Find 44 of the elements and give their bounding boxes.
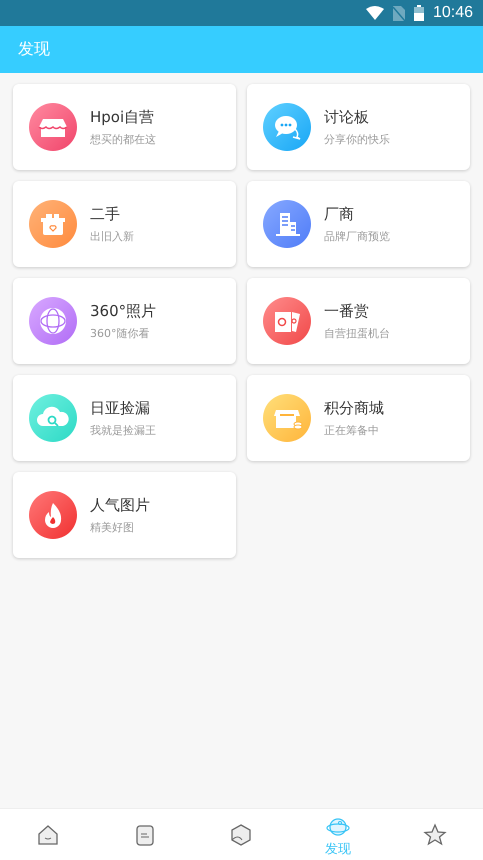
shop-icon <box>29 103 77 151</box>
card-title: 积分商城 <box>324 398 384 418</box>
card-title: 一番赏 <box>324 302 370 320</box>
cloud-icon <box>29 394 77 442</box>
star-icon <box>422 822 447 846</box>
card-title: 厂商 <box>324 204 355 224</box>
card-subtitle: 精美好图 <box>90 520 135 534</box>
feature-card[interactable]: 二手 出旧入新 <box>13 181 236 267</box>
card-subtitle: 分享你的快乐 <box>324 132 390 146</box>
card-subtitle: 品牌厂商预览 <box>324 228 390 244</box>
globe-icon <box>29 297 77 345</box>
card-title: 360°照片 <box>90 302 156 320</box>
home-icon <box>36 822 60 846</box>
feature-card[interactable]: 日亚捡漏 我就是捡漏王 <box>13 375 236 461</box>
card-title: 人气图片 <box>90 496 150 514</box>
box-icon <box>29 200 77 248</box>
card-subtitle: 出旧入新 <box>90 228 134 244</box>
battery-icon <box>414 5 424 21</box>
card-subtitle: 360°随你看 <box>90 326 150 340</box>
feature-card[interactable]: Hpoi自营 想买的都在这 <box>13 84 236 170</box>
page-title: 发现 <box>18 39 50 60</box>
building-icon <box>263 200 311 248</box>
feature-card[interactable]: 厂商 品牌厂商预览 <box>247 181 470 267</box>
wifi-icon <box>366 6 384 20</box>
card-subtitle: 自营扭蛋机台 <box>324 326 390 340</box>
feature-card[interactable]: 360°照片 360°随你看 <box>13 278 236 364</box>
card-title: 讨论板 <box>324 108 370 126</box>
feature-card[interactable]: 讨论板 分享你的快乐 <box>247 84 470 170</box>
feature-card[interactable]: 人气图片 精美好图 <box>13 472 236 558</box>
card-subtitle: 我就是捡漏王 <box>90 422 156 438</box>
store-icon <box>263 394 311 442</box>
feature-card[interactable]: 积分商城 正在筹备中 <box>247 375 470 461</box>
tickets-icon <box>263 297 311 345</box>
status-time: 10:46 <box>432 4 473 22</box>
card-title: 二手 <box>90 204 121 224</box>
card-subtitle: 正在筹备中 <box>324 422 380 438</box>
flame-icon <box>29 491 77 539</box>
chat-icon <box>263 103 311 151</box>
feature-card[interactable]: 一番赏 自营扭蛋机台 <box>247 278 470 364</box>
card-title: 日亚捡漏 <box>90 398 151 418</box>
card-title: Hpoi自营 <box>90 108 156 126</box>
no-sim-icon <box>392 6 405 20</box>
cube-icon <box>229 822 254 846</box>
card-subtitle: 想买的都在这 <box>90 132 156 146</box>
